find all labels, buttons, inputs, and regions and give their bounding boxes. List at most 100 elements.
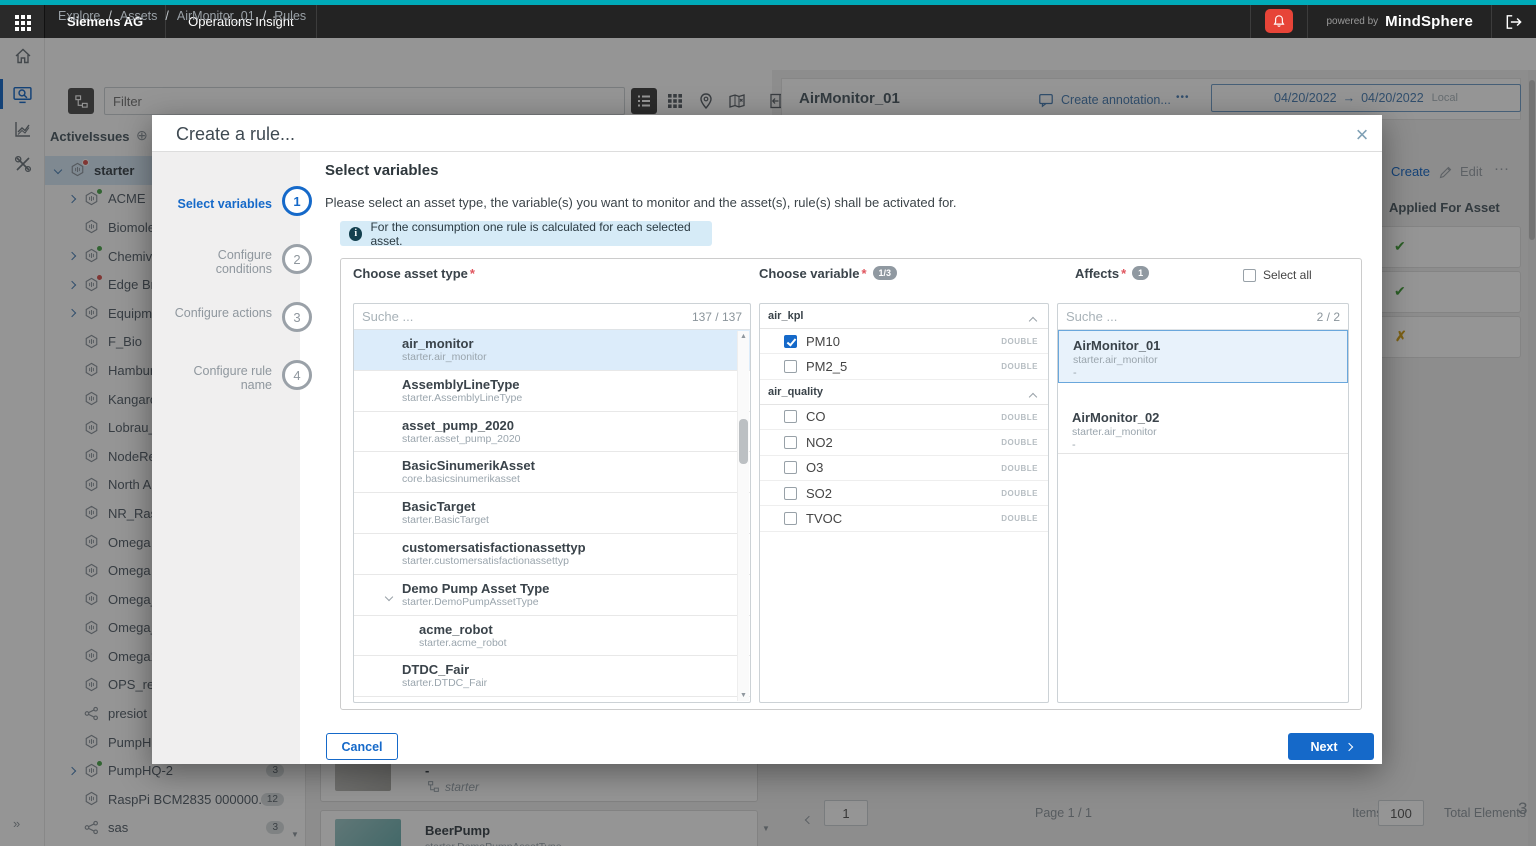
asset-type-item[interactable]: BasicSinumerikAssetcore.basicsinumerikas… xyxy=(354,452,750,493)
scrollbar-thumb[interactable] xyxy=(739,419,748,464)
step-label[interactable]: Configure conditions xyxy=(160,248,272,277)
chevron-up-icon[interactable] xyxy=(1030,391,1036,403)
variable-type: DOUBLE xyxy=(1001,514,1038,523)
chevron-down-icon[interactable] xyxy=(386,587,392,605)
variable-group-header[interactable]: air_quality xyxy=(760,380,1048,405)
variable-checkbox[interactable] xyxy=(784,436,797,449)
wizard-stepper xyxy=(152,152,300,764)
step-label[interactable]: Select variables xyxy=(160,197,272,211)
asset-type-item[interactable]: AssemblyLineTypestarter.AssemblyLineType xyxy=(354,371,750,412)
dialog-title: Create a rule... xyxy=(176,124,295,145)
logout-icon xyxy=(1505,14,1523,30)
app-launcher-button[interactable] xyxy=(0,5,45,38)
chevron-right-icon xyxy=(1344,742,1352,750)
asset-type-item[interactable]: Demo Pump Asset Typestarter.DemoPumpAsse… xyxy=(354,575,750,616)
affects-search: 2 / 2 xyxy=(1058,304,1348,330)
variable-type: DOUBLE xyxy=(1001,438,1038,447)
asset-type-scrollbar[interactable]: ▲ ▼ xyxy=(737,331,749,701)
variable-list: air_kpl PM10DOUBLE PM2_5DOUBLE air_quali… xyxy=(759,303,1049,703)
breadcrumb-item[interactable]: AirMonitor_01 xyxy=(177,9,255,23)
asset-type-item[interactable]: acme_robotstarter.acme_robot xyxy=(354,616,750,657)
chevron-up-icon[interactable] xyxy=(1030,315,1036,327)
cancel-button[interactable]: Cancel xyxy=(326,733,398,760)
selection-container: Choose asset type* Choose variable*1/3 A… xyxy=(340,258,1362,710)
app-launcher-icon xyxy=(15,15,19,19)
breadcrumb-separator: / xyxy=(165,9,168,23)
variable-checkbox[interactable] xyxy=(784,487,797,500)
create-rule-dialog: Create a rule... × Select variables 1 Co… xyxy=(152,115,1382,764)
variable-checkbox[interactable] xyxy=(784,512,797,525)
scroll-up-icon[interactable]: ▲ xyxy=(740,333,747,340)
asset-type-column-title: Choose asset type* xyxy=(353,266,475,281)
variable-type: DOUBLE xyxy=(1001,362,1038,371)
variable-item[interactable]: SO2DOUBLE xyxy=(760,481,1048,506)
affects-search-input[interactable] xyxy=(1058,304,1348,329)
affects-column-title: Affects*1 xyxy=(1075,266,1149,281)
variable-checkbox[interactable] xyxy=(784,461,797,474)
bell-icon xyxy=(1271,13,1287,29)
breadcrumb-separator: / xyxy=(263,9,266,23)
select-all-control[interactable]: Select all xyxy=(1243,268,1312,282)
step-description: Please select an asset type, the variabl… xyxy=(325,195,957,210)
info-icon: i xyxy=(349,227,362,241)
variable-checkbox[interactable] xyxy=(784,335,797,348)
breadcrumb-item[interactable]: Explore xyxy=(58,9,100,23)
variable-group-header[interactable]: air_kpl xyxy=(760,304,1048,329)
variable-item[interactable]: CODOUBLE xyxy=(760,405,1048,430)
variable-column-title: Choose variable*1/3 xyxy=(759,266,897,281)
step-circle[interactable]: 3 xyxy=(282,302,312,332)
notifications-button[interactable] xyxy=(1265,9,1293,33)
affects-list: 2 / 2 AirMonitor_01 starter.air_monitor … xyxy=(1057,303,1349,703)
step-circle[interactable]: 2 xyxy=(282,244,312,274)
variable-item[interactable]: NO2DOUBLE xyxy=(760,430,1048,455)
breadcrumb-item[interactable]: Assets xyxy=(120,9,158,23)
variable-item[interactable]: O3DOUBLE xyxy=(760,456,1048,481)
asset-type-item[interactable]: asset_pump_2020starter.asset_pump_2020 xyxy=(354,412,750,453)
powered-by-label: powered by xyxy=(1326,16,1378,27)
variable-checkbox[interactable] xyxy=(784,360,797,373)
asset-type-search-input[interactable] xyxy=(354,304,750,329)
screen: Siemens AG Operations Insight powered by… xyxy=(0,0,1536,846)
asset-type-item[interactable]: DTDC_Fairstarter.DTDC_Fair xyxy=(354,656,750,697)
asset-type-list: 137 / 137 air_monitorstarter.air_monitor… xyxy=(353,303,751,703)
selected-count-badge: 1/3 xyxy=(873,266,898,280)
select-all-checkbox[interactable] xyxy=(1243,269,1256,282)
variable-type: DOUBLE xyxy=(1001,413,1038,422)
asset-type-counter: 137 / 137 xyxy=(692,310,742,324)
product-logo: MindSphere xyxy=(1385,13,1473,30)
asset-type-rows: air_monitorstarter.air_monitor AssemblyL… xyxy=(354,330,750,702)
info-banner: i For the consumption one rule is calcul… xyxy=(340,221,712,246)
required-star: * xyxy=(470,266,475,281)
asset-type-search: 137 / 137 xyxy=(354,304,750,330)
variable-type: DOUBLE xyxy=(1001,489,1038,498)
dialog-titlebar xyxy=(152,115,1382,152)
logout-button[interactable] xyxy=(1492,5,1536,38)
asset-type-item[interactable]: BasicTargetstarter.BasicTarget xyxy=(354,493,750,534)
selected-count-badge: 1 xyxy=(1132,266,1149,280)
asset-type-item[interactable]: customersatisfactionassettypstarter.cust… xyxy=(354,534,750,575)
variable-checkbox[interactable] xyxy=(784,410,797,423)
affects-item[interactable]: AirMonitor_02 starter.air_monitor - xyxy=(1058,403,1348,454)
variable-item[interactable]: TVOCDOUBLE xyxy=(760,506,1048,531)
scroll-down-icon[interactable]: ▼ xyxy=(740,692,747,699)
step-circle[interactable]: 4 xyxy=(282,360,312,390)
affects-item[interactable]: AirMonitor_01 starter.air_monitor - xyxy=(1058,330,1348,383)
step-label[interactable]: Configure actions xyxy=(160,306,272,320)
step-heading: Select variables xyxy=(325,162,438,179)
select-all-label: Select all xyxy=(1263,268,1312,282)
breadcrumb-item[interactable]: Rules xyxy=(274,9,306,23)
topbar-spacer xyxy=(317,5,1252,38)
variable-type: DOUBLE xyxy=(1001,337,1038,346)
affects-counter: 2 / 2 xyxy=(1317,310,1340,324)
asset-type-item[interactable]: air_monitorstarter.air_monitor xyxy=(354,330,750,371)
breadcrumb-separator: / xyxy=(108,9,111,23)
variable-item[interactable]: PM2_5DOUBLE xyxy=(760,354,1048,379)
breadcrumb: Explore / Assets / AirMonitor_01 / Rules xyxy=(58,9,306,23)
step-circle[interactable]: 1 xyxy=(282,186,312,216)
next-button[interactable]: Next xyxy=(1288,733,1374,760)
close-icon[interactable]: × xyxy=(1348,121,1376,149)
required-star: * xyxy=(1121,266,1126,281)
step-label[interactable]: Configure rule name xyxy=(160,364,272,393)
powered-by-badge: powered by MindSphere xyxy=(1307,5,1492,38)
variable-item[interactable]: PM10DOUBLE xyxy=(760,329,1048,354)
